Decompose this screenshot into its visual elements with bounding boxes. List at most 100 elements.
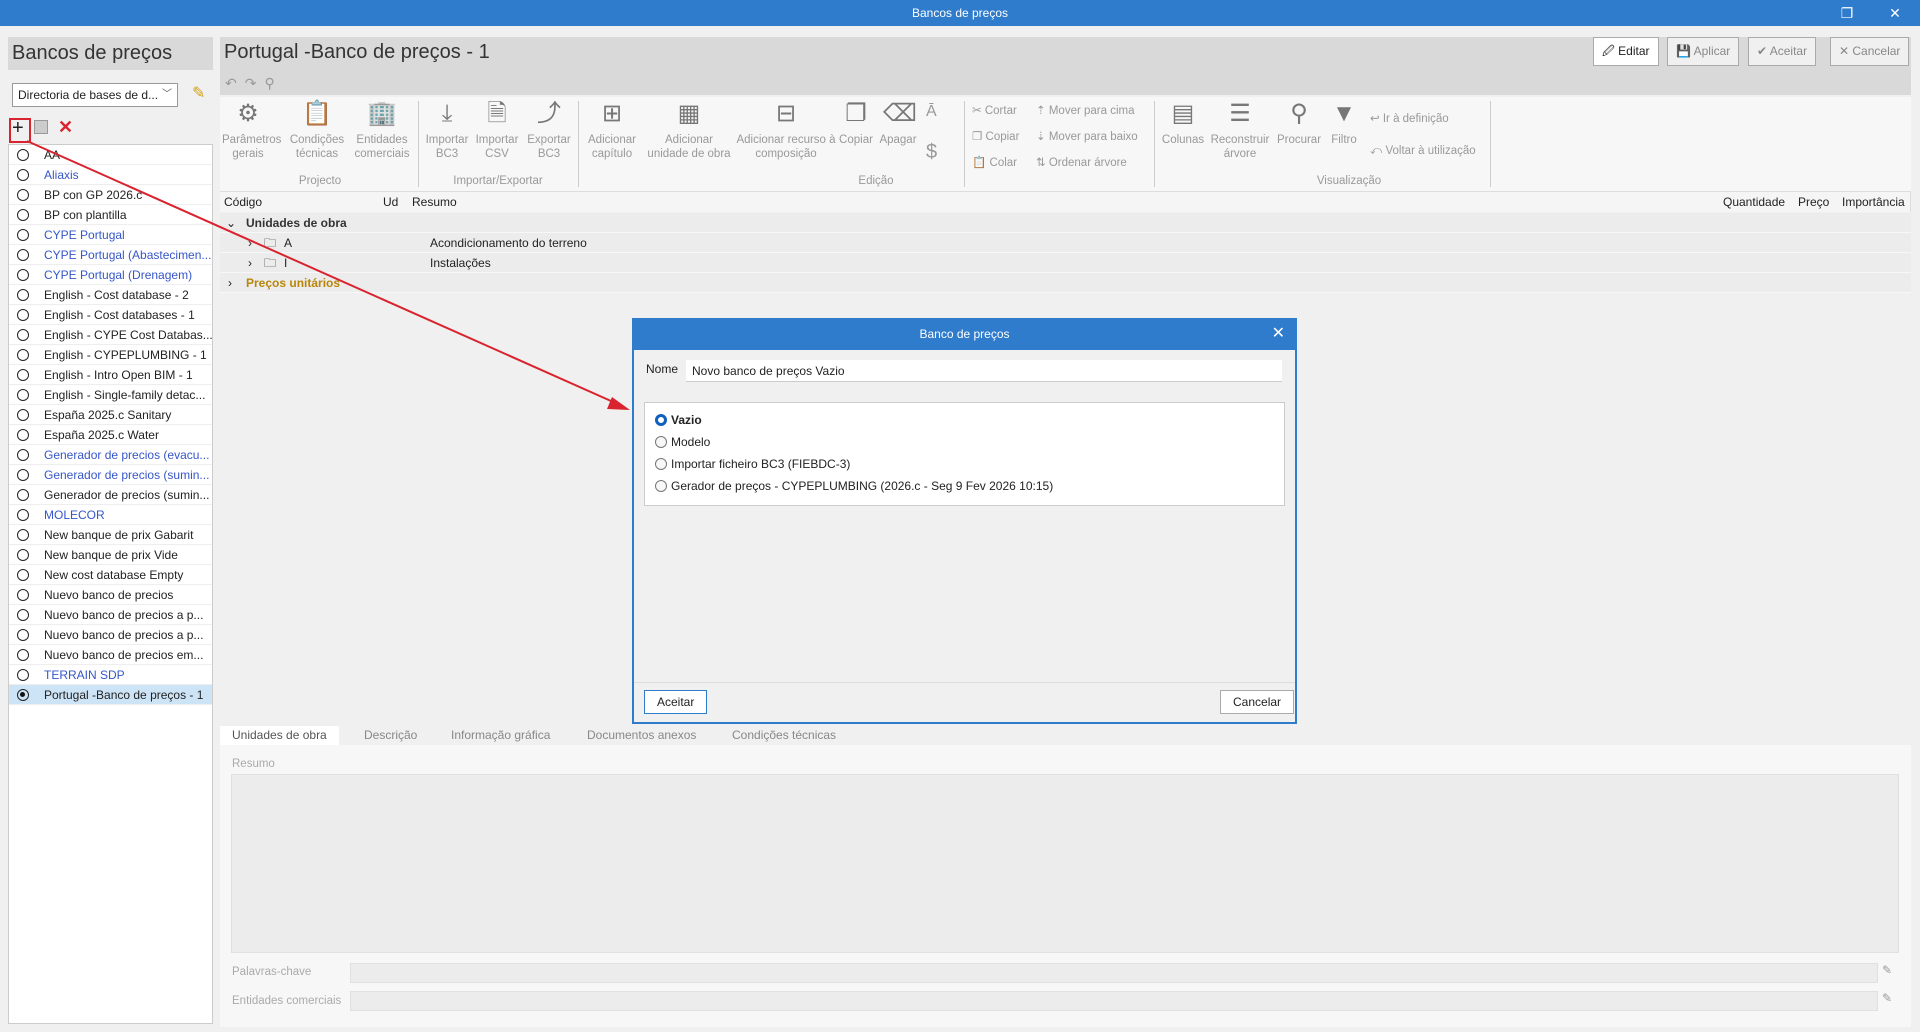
col-amount[interactable]: Importância xyxy=(1842,192,1905,212)
list-item[interactable]: BP con plantilla xyxy=(9,205,212,225)
option-generator[interactable]: Gerador de preços - CYPEPLUMBING (2026.c… xyxy=(655,477,1053,495)
delete-button[interactable]: ⌫ Apagar xyxy=(878,99,918,147)
list-item[interactable]: TERRAIN SDP xyxy=(9,665,212,685)
radio-icon[interactable] xyxy=(17,349,29,361)
list-item[interactable]: Portugal -Banco de preços - 1 xyxy=(9,685,212,705)
tab-descricao[interactable]: Descrição xyxy=(352,726,429,745)
text-icon[interactable]: Ā xyxy=(926,103,937,121)
search-icon[interactable]: ⚲ xyxy=(264,75,282,91)
undo-icon[interactable]: ↶ xyxy=(225,75,245,91)
radio-icon[interactable] xyxy=(17,369,29,381)
import-bc3-button[interactable]: ⤓ Importar BC3 xyxy=(424,99,470,161)
list-item[interactable]: CYPE Portugal (Drenagem) xyxy=(9,265,212,285)
option-import-bc3[interactable]: Importar ficheiro BC3 (FIEBDC-3) xyxy=(655,455,850,473)
list-item[interactable]: English - Cost databases - 1 xyxy=(9,305,212,325)
sort-tree-button[interactable]: ⇅ Ordenar árvore xyxy=(1036,155,1127,169)
radio-icon[interactable] xyxy=(17,309,29,321)
delete-icon[interactable]: ✕ xyxy=(58,117,73,138)
params-button[interactable]: ⚙ Parâmetros gerais xyxy=(222,99,281,161)
accept-button[interactable]: ✔ Aceitar xyxy=(1748,37,1817,66)
radio-icon[interactable] xyxy=(17,669,29,681)
list-item[interactable]: New banque de prix Vide xyxy=(9,545,212,565)
option-template[interactable]: Modelo xyxy=(655,433,710,451)
list-item[interactable]: España 2025.c Water xyxy=(9,425,212,445)
radio-icon[interactable] xyxy=(17,649,29,661)
list-item[interactable]: Nuevo banco de precios a p... xyxy=(9,605,212,625)
list-item[interactable]: España 2025.c Sanitary xyxy=(9,405,212,425)
radio-icon[interactable] xyxy=(17,609,29,621)
list-item[interactable]: English - CYPEPLUMBING - 1 xyxy=(9,345,212,365)
radio-icon[interactable] xyxy=(17,469,29,481)
tab-info-grafica[interactable]: Informação gráfica xyxy=(439,726,562,745)
keywords-field[interactable] xyxy=(350,963,1878,983)
cut-button[interactable]: ✂ Cortar xyxy=(972,103,1017,117)
table-row[interactable]: › 🗀 I Instalações xyxy=(220,253,1911,273)
radio-icon[interactable] xyxy=(17,329,29,341)
add-unit-button[interactable]: ▦ Adicionar unidade de obra xyxy=(644,99,734,161)
export-bc3-button[interactable]: ⤴ Exportar BC3 xyxy=(526,99,572,161)
list-item[interactable]: MOLECOR xyxy=(9,505,212,525)
import-csv-button[interactable]: 🗎 Importar CSV xyxy=(474,99,520,161)
radio-icon[interactable] xyxy=(17,549,29,561)
back-to-usage-button[interactable]: ⤺ Voltar à utilização xyxy=(1370,145,1476,158)
list-item[interactable]: English - Single-family detac... xyxy=(9,385,212,405)
radio-icon[interactable] xyxy=(17,229,29,241)
filter-button[interactable]: ▼ Filtro xyxy=(1324,99,1364,147)
entities-field[interactable] xyxy=(350,991,1878,1011)
list-item[interactable]: New cost database Empty xyxy=(9,565,212,585)
radio-icon[interactable] xyxy=(17,489,29,501)
radio-icon[interactable] xyxy=(17,169,29,181)
tab-unidades[interactable]: Unidades de obra xyxy=(220,726,339,745)
radio-icon[interactable] xyxy=(17,189,29,201)
list-item[interactable]: English - CYPE Cost Databas... xyxy=(9,325,212,345)
option-empty[interactable]: Vazio xyxy=(655,411,702,429)
radio-icon[interactable] xyxy=(17,409,29,421)
col-price[interactable]: Preço xyxy=(1798,192,1829,212)
directory-select[interactable]: Directoria de bases de d... ﹀ xyxy=(12,83,178,107)
dialog-accept-button[interactable]: Aceitar xyxy=(644,690,708,714)
list-item[interactable]: Generador de precios (sumin... xyxy=(9,465,212,485)
pencil-icon[interactable]: ✎ xyxy=(1882,963,1892,977)
dialog-cancel-button[interactable]: Cancelar xyxy=(1220,690,1295,714)
pencil-icon[interactable]: ✎ xyxy=(1882,991,1892,1005)
col-code[interactable]: Código xyxy=(224,192,262,212)
radio-icon[interactable] xyxy=(17,589,29,601)
radio-icon[interactable] xyxy=(17,149,29,161)
paste-button[interactable]: 📋 Colar xyxy=(972,155,1017,169)
list-item[interactable]: Generador de precios (evacu... xyxy=(9,445,212,465)
tab-condicoes[interactable]: Condições técnicas xyxy=(720,726,848,745)
copy-button[interactable]: ❐ Copiar xyxy=(836,99,876,147)
radio-icon[interactable] xyxy=(17,429,29,441)
col-quantity[interactable]: Quantidade xyxy=(1723,192,1785,212)
find-button[interactable]: ⚲ Procurar xyxy=(1274,99,1324,147)
list-item[interactable]: English - Intro Open BIM - 1 xyxy=(9,365,212,385)
add-chapter-button[interactable]: ⊞ Adicionar capítulo xyxy=(584,99,640,161)
add-resource-button[interactable]: ⊟ Adicionar recurso à composição xyxy=(736,99,836,161)
list-item[interactable]: BP con GP 2026.c xyxy=(9,185,212,205)
radio-icon[interactable] xyxy=(17,269,29,281)
radio-icon[interactable] xyxy=(17,509,29,521)
goto-definition-button[interactable]: ↩ Ir à definição xyxy=(1370,111,1449,125)
close-icon[interactable]: ✕ xyxy=(1880,0,1910,26)
radio-icon[interactable] xyxy=(17,689,29,701)
edit-button[interactable]: 🖉 Editar xyxy=(1593,37,1659,66)
col-summary[interactable]: Resumo xyxy=(412,192,457,212)
copy2-button[interactable]: ❐ Copiar xyxy=(972,129,1019,143)
tab-documentos[interactable]: Documentos anexos xyxy=(575,726,708,745)
list-item[interactable]: CYPE Portugal (Abastecimen... xyxy=(9,245,212,265)
list-item[interactable]: Generador de precios (sumin... xyxy=(9,485,212,505)
resumo-textarea[interactable] xyxy=(231,774,1899,953)
table-row[interactable]: ⌄ Unidades de obra xyxy=(220,213,1911,233)
list-item[interactable]: New banque de prix Gabarit xyxy=(9,525,212,545)
move-down-button[interactable]: ⇣ Mover para baixo xyxy=(1036,129,1138,143)
list-item[interactable]: CYPE Portugal xyxy=(9,225,212,245)
radio-icon[interactable] xyxy=(17,249,29,261)
entities-button[interactable]: 🏢 Entidades comerciais xyxy=(353,99,411,161)
radio-icon[interactable] xyxy=(17,209,29,221)
duplicate-icon[interactable] xyxy=(34,120,48,134)
price-icon[interactable]: $ xyxy=(926,141,937,164)
radio-icon[interactable] xyxy=(17,569,29,581)
move-up-button[interactable]: ⇡ Mover para cima xyxy=(1036,103,1134,117)
table-row[interactable]: › Preços unitários xyxy=(220,273,1911,293)
apply-button[interactable]: 💾 Aplicar xyxy=(1667,37,1740,66)
